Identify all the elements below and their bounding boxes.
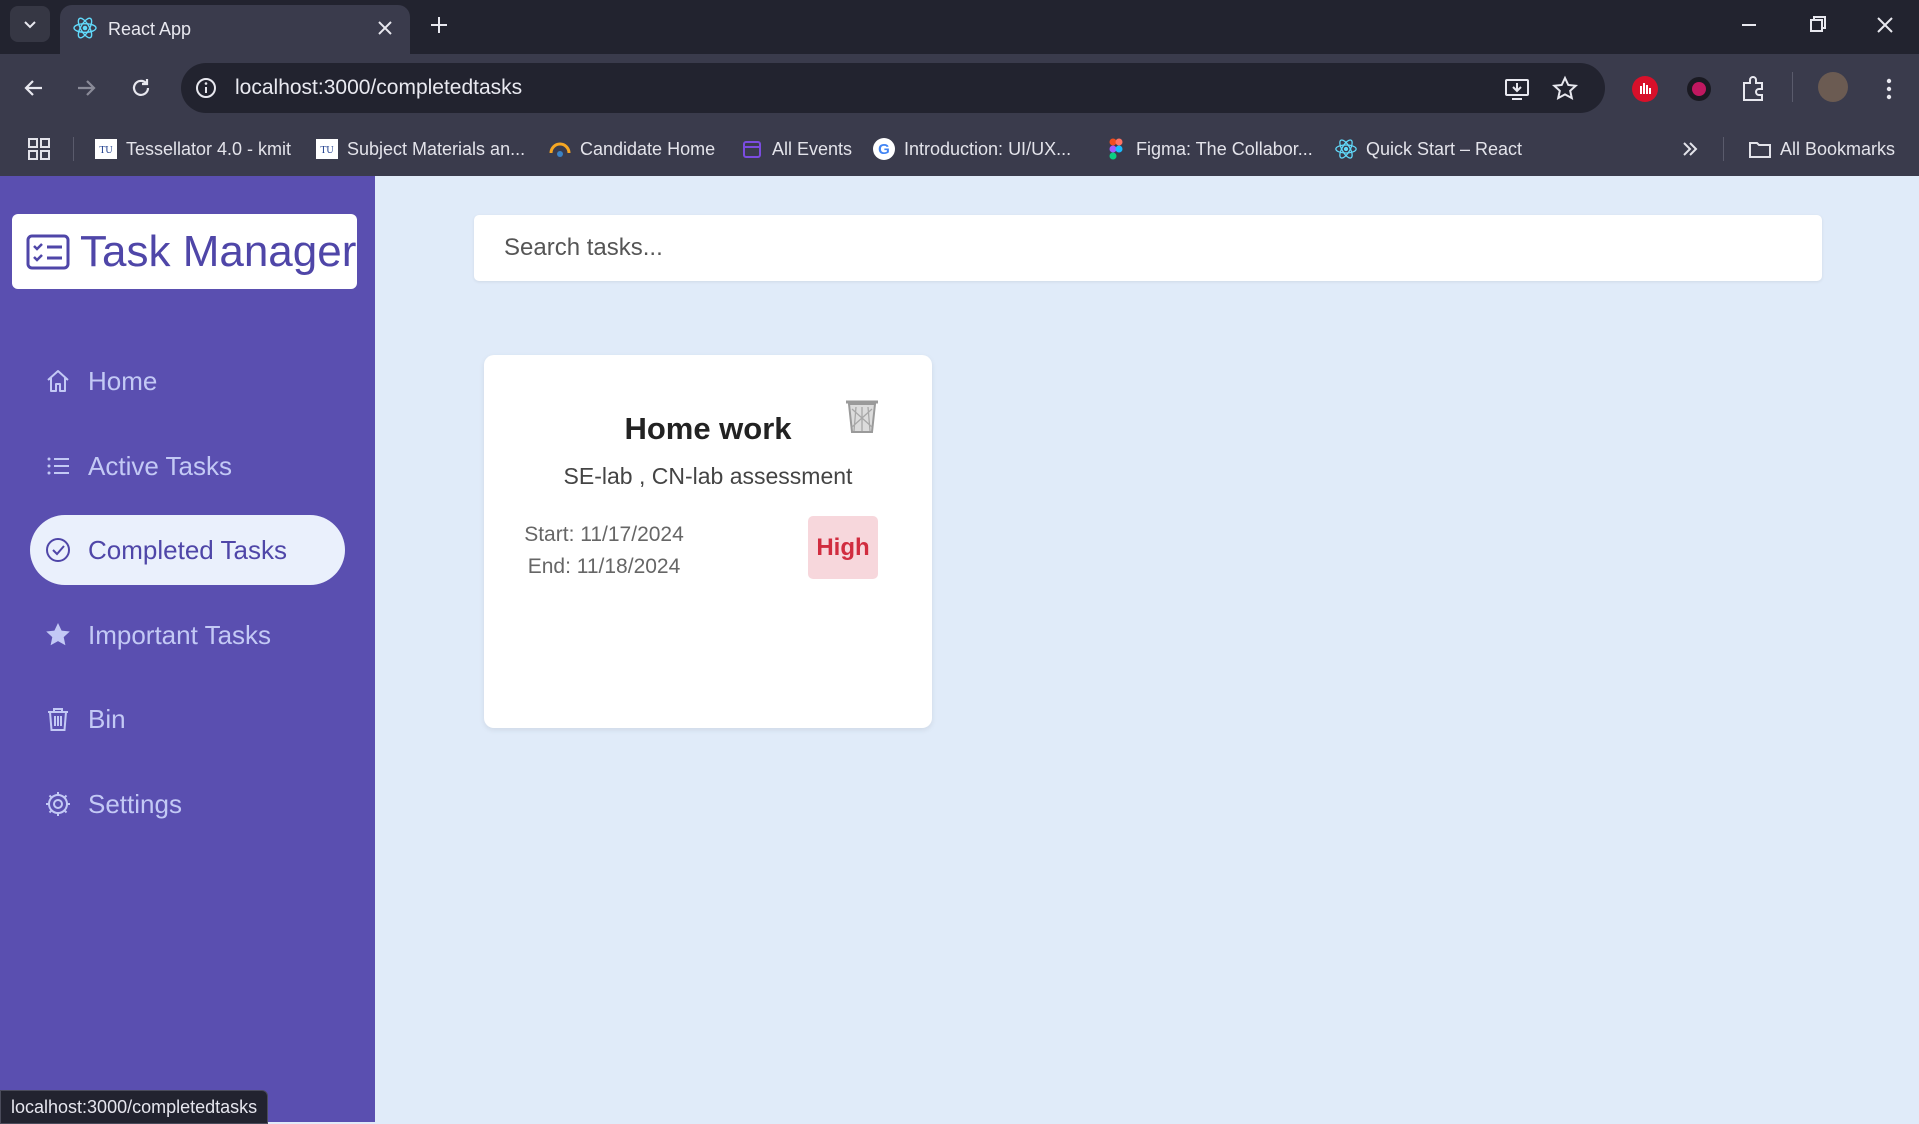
window-close-icon[interactable] — [1865, 10, 1905, 40]
react-icon — [1335, 139, 1357, 159]
site-info-icon[interactable] — [193, 75, 219, 101]
sidebar-item-active-tasks[interactable]: Active Tasks — [30, 431, 345, 501]
sidebar-item-settings[interactable]: Settings — [30, 769, 345, 839]
candidate-home-icon — [549, 142, 571, 157]
react-icon — [73, 17, 97, 39]
trash-icon — [48, 708, 68, 731]
address-bar[interactable]: localhost:3000/completedtasks — [181, 63, 1605, 113]
status-bar-url: localhost:3000/completedtasks — [0, 1090, 269, 1124]
delete-task-icon[interactable] — [842, 395, 882, 435]
tu-logo-icon: TU — [316, 139, 338, 159]
task-list-icon — [26, 234, 70, 269]
tab-title: React App — [108, 19, 192, 39]
all-bookmarks-button[interactable]: All Bookmarks — [1748, 134, 1895, 164]
adblock-extension-icon[interactable] — [1630, 74, 1660, 104]
google-icon: G — [873, 138, 895, 160]
browser-tabstrip: React App — [0, 0, 1919, 54]
app-logo[interactable]: Task Manager — [12, 214, 357, 289]
home-icon — [47, 370, 69, 392]
double-chevron-right-icon[interactable] — [1677, 136, 1703, 162]
tu-logo-icon: TU — [95, 139, 117, 159]
list-icon — [47, 457, 69, 475]
task-description: SE-lab , CN-lab assessment — [563, 463, 853, 489]
browser-tab-active[interactable]: React App — [60, 5, 410, 54]
back-arrow-icon[interactable] — [16, 70, 52, 106]
sidebar-item-label: Bin — [88, 703, 126, 734]
browser-toolbar: localhost:3000/completedtasks — [0, 54, 1919, 122]
sidebar: Task Manager Home Active Tasks Completed… — [0, 176, 375, 1122]
bookmark-item[interactable]: G Introduction: UI/UX... — [872, 134, 1071, 164]
forward-arrow-icon[interactable] — [68, 70, 104, 106]
sidebar-item-bin[interactable]: Bin — [30, 684, 345, 754]
task-dates: Start: 11/17/2024 End: 11/18/2024 — [524, 519, 684, 583]
search-input[interactable] — [474, 215, 1822, 281]
star-icon — [46, 623, 70, 646]
new-tab-plus-icon[interactable] — [424, 10, 454, 40]
bookmark-item[interactable]: TU Subject Materials an... — [315, 134, 525, 164]
bookmark-item[interactable]: Figma: The Collabor... — [1104, 134, 1313, 164]
gear-icon — [46, 792, 70, 816]
kebab-menu-icon[interactable] — [1874, 74, 1904, 104]
bookmark-item[interactable]: TU Tessellator 4.0 - kmit — [94, 134, 291, 164]
sidebar-item-completed-tasks[interactable]: Completed Tasks — [30, 515, 345, 585]
bookmark-item[interactable]: Quick Start – React — [1334, 134, 1522, 164]
check-circle-icon — [46, 538, 70, 562]
sidebar-item-home[interactable]: Home — [30, 346, 345, 416]
sidebar-item-label: Home — [88, 365, 158, 396]
apps-grid-icon[interactable] — [26, 136, 52, 162]
sidebar-item-important-tasks[interactable]: Important Tasks — [30, 600, 345, 670]
chevron-down-icon — [24, 21, 36, 29]
svg-text:TU: TU — [320, 145, 334, 156]
bookmarks-bar: TU Tessellator 4.0 - kmit TU Subject Mat… — [0, 122, 1919, 176]
sidebar-item-label: Settings — [88, 788, 182, 819]
svg-text:G: G — [878, 141, 890, 158]
extensions-puzzle-icon[interactable] — [1738, 74, 1768, 104]
avatar[interactable] — [1818, 72, 1848, 102]
bookmark-star-icon[interactable] — [1551, 75, 1579, 103]
app-title: Task Manager — [80, 226, 357, 276]
restore-icon[interactable] — [1797, 10, 1837, 40]
reload-icon[interactable] — [123, 70, 159, 106]
folder-icon — [1749, 142, 1771, 158]
tab-search-button[interactable] — [10, 6, 50, 42]
svg-text:TU: TU — [99, 145, 113, 156]
url-text: localhost:3000/completedtasks — [235, 76, 523, 99]
sidebar-item-label: Important Tasks — [88, 619, 272, 650]
figma-icon — [1109, 138, 1123, 160]
priority-badge: High — [808, 516, 878, 579]
bookmarks-divider — [1723, 137, 1724, 161]
task-start-date: Start: 11/17/2024 — [524, 523, 684, 546]
install-app-icon[interactable] — [1503, 75, 1531, 103]
events-icon — [743, 141, 761, 158]
task-card: Home work SE-lab , CN-lab assessment Sta… — [484, 355, 932, 728]
close-icon[interactable] — [372, 15, 398, 41]
bookmarks-divider — [73, 137, 74, 161]
bookmark-item[interactable]: Candidate Home — [548, 134, 715, 164]
task-end-date: End: 11/18/2024 — [527, 555, 681, 578]
bookmark-item[interactable]: All Events — [740, 134, 852, 164]
extension-er-icon[interactable] — [1684, 74, 1714, 104]
sidebar-item-label: Active Tasks — [88, 450, 233, 481]
sidebar-item-label: Completed Tasks — [88, 534, 287, 565]
toolbar-divider — [1792, 72, 1793, 102]
minimize-icon[interactable] — [1729, 10, 1769, 40]
